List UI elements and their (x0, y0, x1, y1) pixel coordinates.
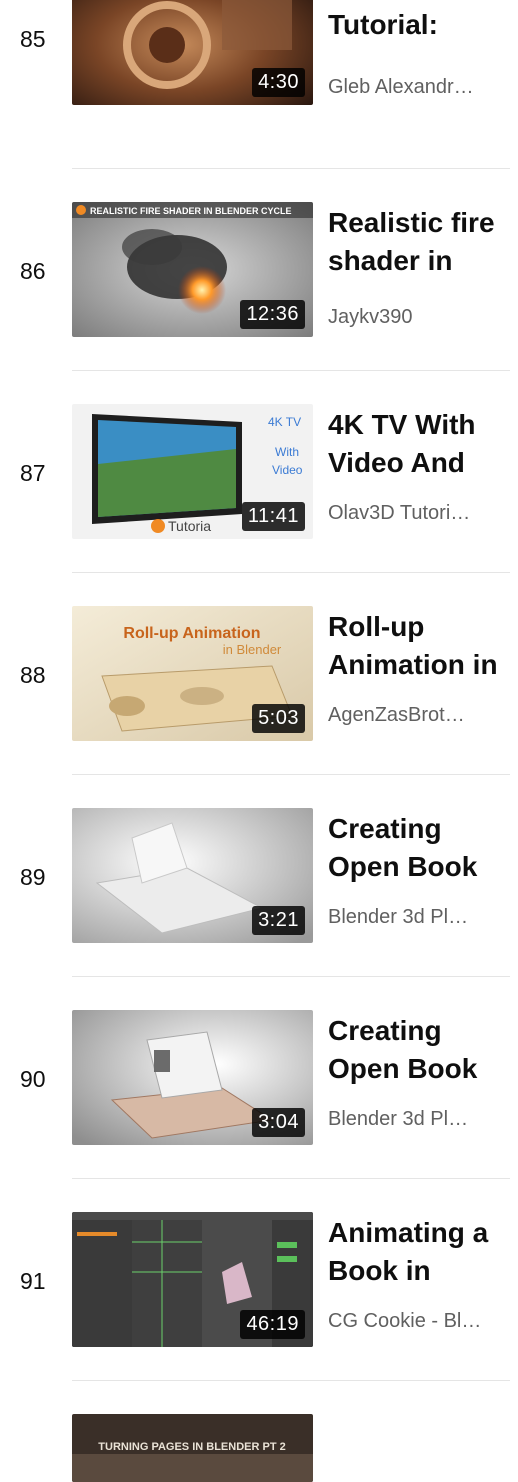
video-duration: 5:03 (252, 704, 305, 733)
channel-name[interactable]: Blender 3d Pl… (328, 1108, 508, 1131)
thumbnail-caption-2: With (275, 445, 299, 459)
video-title[interactable]: Blender Tutorial: (328, 0, 514, 44)
playlist-item-92[interactable]: TURNING PAGES IN BLENDER PT 2 (0, 1414, 518, 1482)
video-title[interactable]: Roll-up Animation in (328, 608, 514, 684)
separator (72, 774, 510, 775)
playlist-item-88[interactable]: 88 Roll-up Animation in Blender 5:03 Rol… (0, 606, 518, 808)
channel-name[interactable]: CG Cookie - Bl… (328, 1310, 508, 1333)
separator (72, 572, 510, 573)
video-title[interactable]: Realistic fire shader in (328, 204, 514, 280)
video-duration: 46:19 (240, 1310, 305, 1339)
video-duration: 4:30 (252, 68, 305, 97)
channel-name[interactable]: Blender 3d Pl… (328, 906, 508, 929)
separator (72, 1178, 510, 1179)
playlist-item-91[interactable]: 91 46:19 Animating a Book in CG Cookie -… (0, 1212, 518, 1414)
video-index: 86 (20, 258, 46, 284)
playlist-item-86[interactable]: 86 REALISTIC FIRE SHADER IN BLENDER CYCL… (0, 202, 518, 404)
separator (72, 976, 510, 977)
playlist-item-85[interactable]: 85 4:30 Blender Tutorial: Gleb Alexandr… (0, 0, 518, 172)
channel-name[interactable]: Gleb Alexandr… (328, 76, 508, 99)
separator (72, 1380, 510, 1381)
video-thumbnail[interactable]: REALISTIC FIRE SHADER IN BLENDER CYCLE 1… (72, 202, 313, 337)
video-title[interactable]: Creating Open Book (328, 810, 514, 886)
thumbnail-caption: Roll-up Animation (123, 625, 260, 642)
video-thumbnail[interactable]: 4:30 (72, 0, 313, 105)
thumbnail-image: TURNING PAGES IN BLENDER PT 2 (72, 1414, 313, 1482)
playlist-item-90[interactable]: 90 3:04 Creating Open Book Blender 3d Pl… (0, 1010, 518, 1212)
separator (72, 370, 510, 371)
video-thumbnail[interactable]: 46:19 (72, 1212, 313, 1347)
video-thumbnail[interactable]: 3:21 (72, 808, 313, 943)
video-duration: 3:04 (252, 1108, 305, 1137)
video-index: 90 (20, 1066, 46, 1092)
video-thumbnail[interactable]: TURNING PAGES IN BLENDER PT 2 (72, 1414, 313, 1482)
thumbnail-caption: 4K TV (268, 415, 301, 429)
video-thumbnail[interactable]: Roll-up Animation in Blender 5:03 (72, 606, 313, 741)
thumbnail-caption-3: Video (272, 463, 303, 477)
video-index: 88 (20, 662, 46, 688)
channel-name[interactable]: AgenZasBrot… (328, 704, 508, 727)
video-title[interactable]: 4K TV With Video And (328, 406, 514, 482)
video-duration: 3:21 (252, 906, 305, 935)
video-title[interactable]: Animating a Book in (328, 1214, 514, 1290)
playlist-item-87[interactable]: 87 4K TV With Video Tutoria 11:41 4K TV … (0, 404, 518, 606)
channel-name[interactable]: Olav3D Tutori… (328, 502, 508, 525)
separator (72, 168, 510, 169)
video-thumbnail[interactable]: 4K TV With Video Tutoria 11:41 (72, 404, 313, 539)
video-index: 89 (20, 864, 46, 890)
thumbnail-caption-2: in Blender (223, 642, 282, 657)
video-index: 91 (20, 1268, 46, 1294)
video-index: 87 (20, 460, 46, 486)
playlist-item-89[interactable]: 89 3:21 Creating Open Book Blender 3d Pl… (0, 808, 518, 1010)
video-duration: 11:41 (241, 502, 305, 531)
video-duration: 12:36 (240, 300, 305, 329)
thumbnail-caption-4: Tutoria (168, 518, 211, 534)
thumbnail-caption: TURNING PAGES IN BLENDER PT 2 (98, 1441, 285, 1453)
thumbnail-caption: REALISTIC FIRE SHADER IN BLENDER CYCLE (90, 206, 292, 216)
video-thumbnail[interactable]: 3:04 (72, 1010, 313, 1145)
channel-name[interactable]: Jaykv390 (328, 306, 508, 329)
video-title[interactable]: Creating Open Book (328, 1012, 514, 1088)
video-index: 85 (20, 26, 46, 52)
